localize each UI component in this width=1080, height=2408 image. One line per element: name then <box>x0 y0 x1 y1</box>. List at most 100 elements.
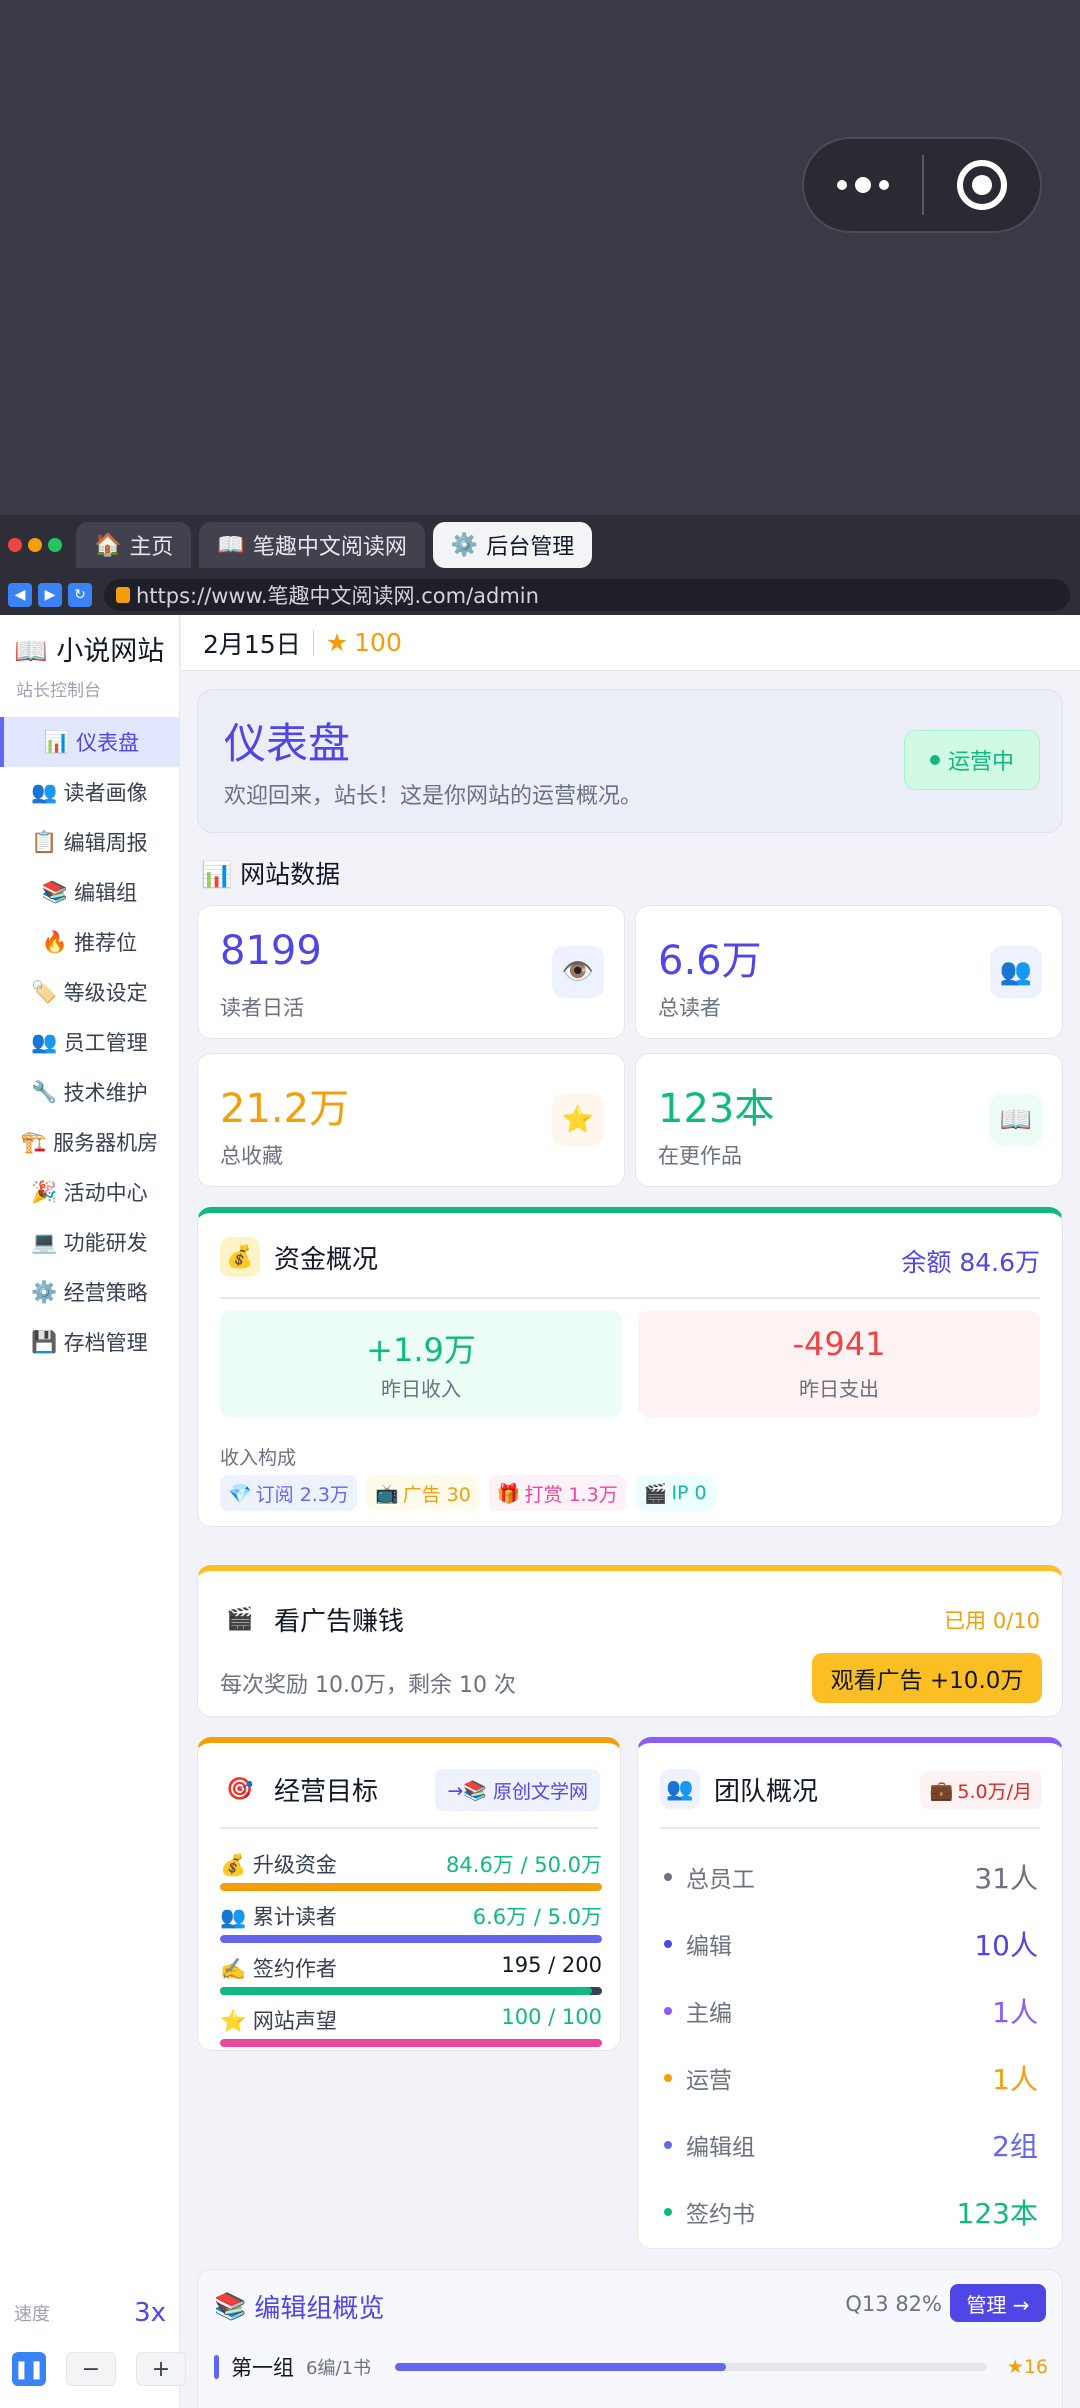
decrease-speed-button[interactable]: − <box>66 2352 116 2386</box>
sidebar-item[interactable]: 🏷️ 等级设定 <box>0 967 179 1017</box>
sidebar-item[interactable]: 🔧 技术维护 <box>0 1067 179 1117</box>
sidebar-item-label: 编辑组 <box>74 881 138 905</box>
address-bar: ◀ ▶ ↻ https://www.笔趣中文阅读网.com/admin <box>0 575 1080 615</box>
manage-button[interactable]: 管理 → <box>950 2284 1046 2322</box>
team-row-label: 主编 <box>686 2001 732 2027</box>
tab-admin[interactable]: ⚙️ 后台管理 <box>432 522 593 568</box>
stat-card-daily-readers[interactable]: 8199 读者日活 👁️ <box>197 905 625 1039</box>
maximize-window-icon[interactable] <box>48 538 62 552</box>
bullet-icon <box>664 2141 672 2149</box>
sidebar-item[interactable]: 👥 读者画像 <box>0 767 179 817</box>
url-field[interactable]: https://www.笔趣中文阅读网.com/admin <box>104 579 1070 611</box>
stat-value: 8199 <box>220 928 322 974</box>
users-icon: 👥 <box>660 1769 700 1809</box>
expense-label: 昨日支出 <box>799 1377 879 1401</box>
nav-icon: 📚 <box>41 879 69 904</box>
goal-icon: ⭐ <box>220 2009 247 2033</box>
group-marker <box>214 2355 219 2379</box>
pause-icon[interactable]: ❚❚ <box>12 2352 46 2386</box>
income-composition: 💎 订阅 2.3万 📺 广告 30 🎁 打赏 1.3万 🎬 IP 0 <box>220 1475 715 1511</box>
goals-title: 🎯 经营目标 <box>220 1769 378 1809</box>
editor-groups-title: 📚 编辑组概览 <box>214 2288 384 2325</box>
sidebar-item[interactable]: 📚 编辑组 <box>0 867 179 917</box>
sidebar-item[interactable]: 📋 编辑周报 <box>0 817 179 867</box>
nav-icon: 👥 <box>31 1029 58 1054</box>
team-row-label: 编辑组 <box>686 2135 755 2161</box>
watch-ad-button[interactable]: 观看广告 +10.0万 <box>812 1653 1042 1703</box>
goal-progress-bar <box>220 1987 602 1995</box>
speed-value[interactable]: 3x <box>134 2298 166 2328</box>
sidebar-item[interactable]: 🏗️ 服务器机房 <box>0 1117 179 1167</box>
star-count: 100 <box>354 628 402 657</box>
team-row-label: 运营 <box>686 2068 732 2094</box>
goal-value: 100 / 100 <box>501 2005 602 2029</box>
sidebar-item[interactable]: 👥 员工管理 <box>0 1017 179 1067</box>
sidebar-item-label: 存档管理 <box>63 1331 148 1355</box>
nav-icon: 🏷️ <box>31 979 58 1004</box>
more-icon[interactable] <box>804 139 922 231</box>
sidebar-item[interactable]: 🎉 活动中心 <box>0 1167 179 1217</box>
close-window-icon[interactable] <box>8 538 22 552</box>
income-label: 昨日收入 <box>381 1377 461 1401</box>
goal-progress-bar <box>220 2039 602 2047</box>
book-icon: 📖 <box>217 532 245 558</box>
sidebar-item[interactable]: 🔥 推荐位 <box>0 917 179 967</box>
bullet-icon <box>664 1940 672 1948</box>
team-row-label: 总员工 <box>686 1867 755 1893</box>
quality-score: Q13 82% <box>845 2292 942 2316</box>
status-badge: 运营中 <box>904 730 1040 790</box>
nav-icon: 🔧 <box>31 1079 58 1104</box>
team-row-value: 31人 <box>974 1862 1038 1895</box>
stat-label: 总读者 <box>658 996 721 1020</box>
editor-groups-title-text: 编辑组概览 <box>254 2294 385 2324</box>
goal-label: ✍️ 签约作者 <box>220 1953 337 1983</box>
sidebar-item[interactable]: 💾 存档管理 <box>0 1317 179 1367</box>
sidebar-item[interactable]: ⚙️ 经营策略 <box>0 1267 179 1317</box>
mini-program-capsule <box>802 137 1042 233</box>
goal-value: 6.6万 / 5.0万 <box>472 1905 602 1929</box>
goal-icon: 💰 <box>220 1853 247 1877</box>
nav-icon: 📋 <box>31 829 58 854</box>
team-title-text: 团队概况 <box>714 1776 819 1807</box>
tab-label: 主页 <box>129 535 174 560</box>
sidebar-item-label: 推荐位 <box>74 931 138 955</box>
tab-home[interactable]: 🏠 主页 <box>76 522 192 568</box>
stat-card-ongoing-works[interactable]: 123本 在更作品 📖 <box>635 1053 1063 1187</box>
minimize-window-icon[interactable] <box>28 538 42 552</box>
stat-value: 123本 <box>658 1086 775 1132</box>
clapper-icon: 🎬 <box>643 1482 668 1505</box>
goal-label: 💰 升级资金 <box>220 1849 337 1879</box>
target-icon: 🎯 <box>226 1776 254 1802</box>
ad-title: 🎬 看广告赚钱 <box>220 1599 404 1639</box>
increase-speed-button[interactable]: + <box>136 2352 186 2386</box>
goal-progress-fill <box>220 1987 593 1995</box>
editor-group-row[interactable]: 第一组 6编/1书 ★16 <box>214 2350 1048 2384</box>
balance: 余额 84.6万 <box>901 1248 1040 1277</box>
home-icon: 🏠 <box>94 532 122 558</box>
sidebar-item-label: 经营策略 <box>63 1281 148 1305</box>
sidebar-nav: 📊 仪表盘 👥 读者画像 📋 编辑周报 📚 编辑组 🔥 推荐位 🏷️ 等级设定 👥 员工管理 🔧 技术维护 🏗️… <box>0 717 179 1367</box>
sidebar-item[interactable]: 💻 功能研发 <box>0 1217 179 1267</box>
refresh-icon[interactable]: ↻ <box>68 583 92 607</box>
ad-usage: 已用 0/10 <box>944 1609 1040 1633</box>
sidebar-item[interactable]: 📊 仪表盘 <box>0 717 179 767</box>
expense-value: -4941 <box>792 1325 886 1363</box>
stat-card-favorites[interactable]: 21.2万 总收藏 ⭐ <box>197 1053 625 1187</box>
nav-icon: 💾 <box>31 1329 58 1354</box>
speed-control: 速度 3x <box>14 2298 166 2328</box>
income-box: +1.9万 昨日收入 <box>220 1311 622 1417</box>
forward-icon[interactable]: ▶ <box>38 583 62 607</box>
goal-value: 84.6万 / 50.0万 <box>446 1853 602 1877</box>
money-bag-icon: 💰 <box>220 1237 260 1277</box>
chip-text: 打赏 1.3万 <box>524 1483 618 1506</box>
tab-reading-site[interactable]: 📖 笔趣中文阅读网 <box>199 522 425 568</box>
close-capsule-icon[interactable] <box>924 139 1040 231</box>
stat-label: 总收藏 <box>220 1144 283 1168</box>
page-title: 仪表盘 <box>224 719 351 768</box>
playback-controls: ❚❚ − + <box>12 2352 186 2386</box>
stat-card-total-readers[interactable]: 6.6万 总读者 👥 <box>635 905 1063 1039</box>
original-literature-link[interactable]: →📚 原创文学网 <box>435 1769 600 1811</box>
back-icon[interactable]: ◀ <box>8 583 32 607</box>
window-controls <box>8 538 62 552</box>
divider <box>220 1827 598 1829</box>
